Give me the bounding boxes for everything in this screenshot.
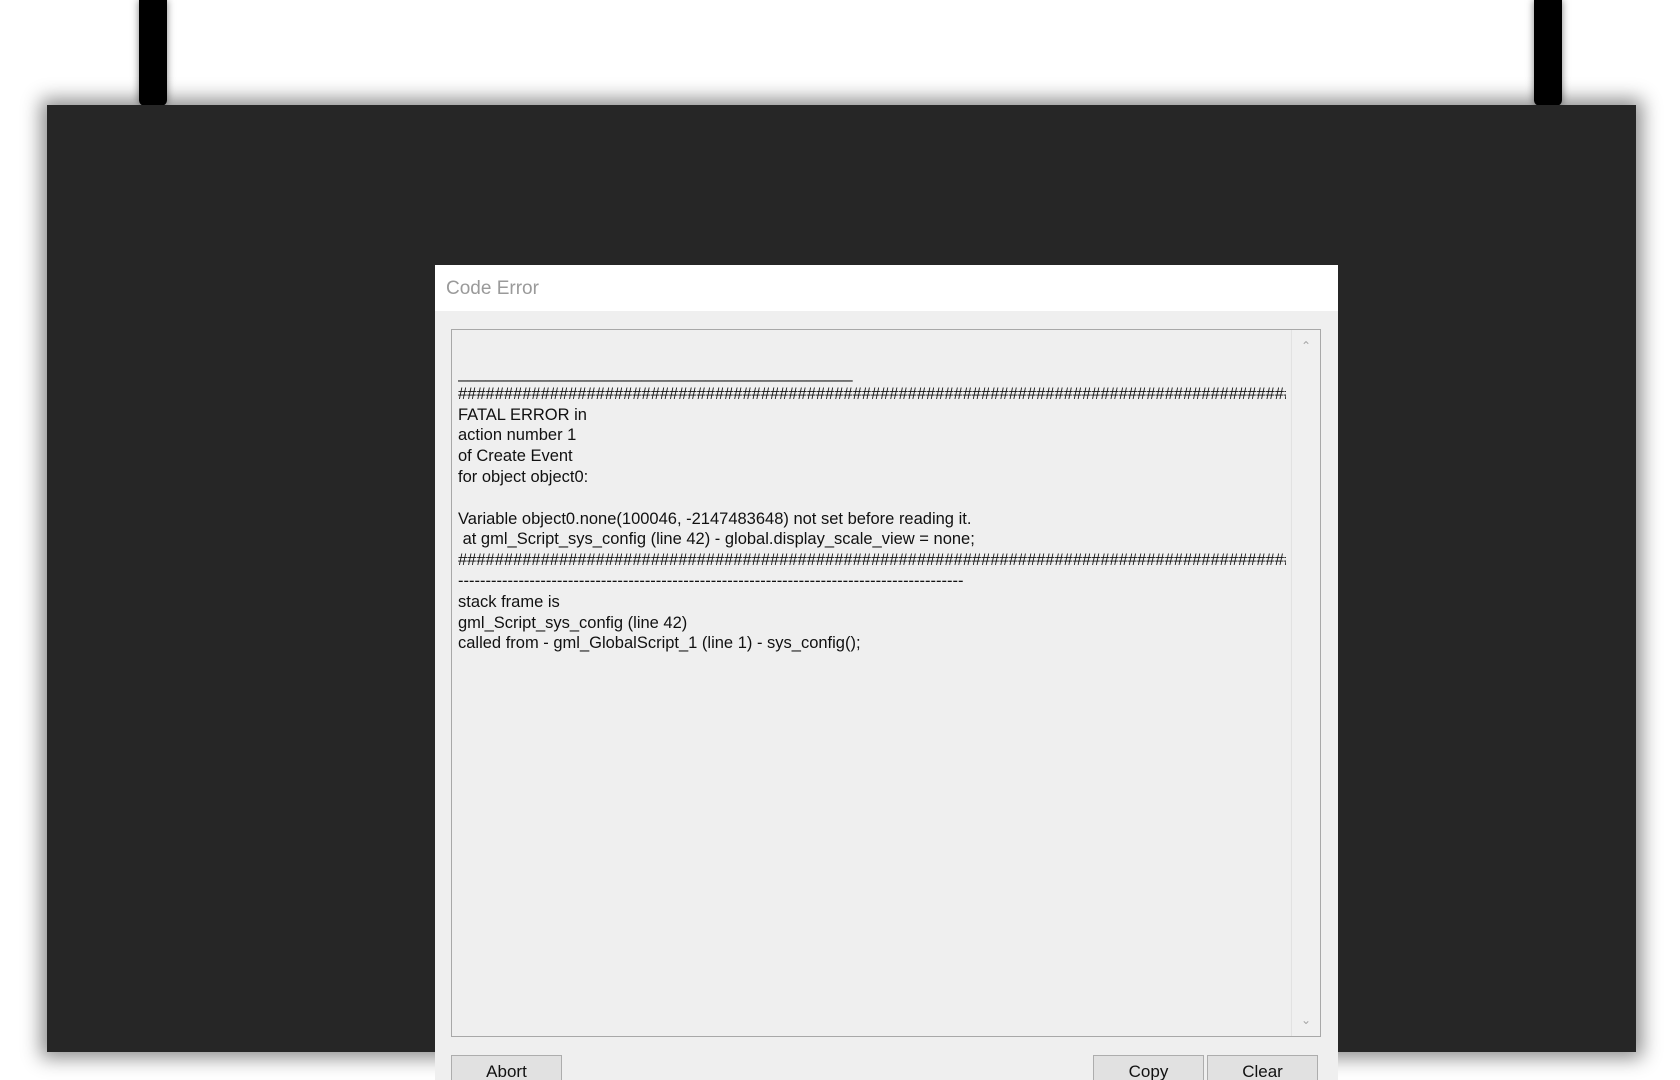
log-line-underscore: ________________________________________… [458, 364, 853, 382]
log-line-object: for object object0: [458, 467, 589, 486]
log-line-stack-frame: stack frame is [458, 592, 560, 611]
log-line-stack-script: gml_Script_sys_config (line 42) [458, 613, 688, 632]
clear-button[interactable]: Clear [1207, 1055, 1318, 1080]
log-line-fatal-error: FATAL ERROR in [458, 405, 587, 424]
chevron-up-icon[interactable]: ⌃ [1292, 334, 1320, 358]
log-line-event: of Create Event [458, 447, 573, 466]
code-error-dialog: Code Error _____________________________… [435, 265, 1338, 1080]
log-line-action-number: action number 1 [458, 426, 577, 445]
left-hanging-strap [139, 0, 167, 106]
right-hanging-strap [1534, 0, 1562, 106]
copy-button[interactable]: Copy [1093, 1055, 1204, 1080]
dialog-titlebar[interactable]: Code Error [435, 265, 1338, 311]
log-line-hash-top: ########################################… [458, 384, 1286, 403]
log-line-called-from: called from - gml_GlobalScript_1 (line 1… [458, 634, 861, 653]
log-line-location: at gml_Script_sys_config (line 42) - glo… [458, 530, 975, 549]
abort-button[interactable]: Abort [451, 1055, 562, 1080]
vertical-scrollbar[interactable]: ⌃ ⌄ [1291, 330, 1320, 1036]
log-line-hash-bottom: ########################################… [458, 551, 1286, 570]
log-line-variable-error: Variable object0.none(100046, -214748364… [458, 509, 972, 528]
game-window: Code Error _____________________________… [47, 105, 1636, 1080]
desktop-background: Code Error _____________________________… [0, 0, 1680, 1080]
dialog-title: Code Error [446, 278, 539, 299]
log-line-dashes: ----------------------------------------… [458, 571, 964, 590]
error-log-textbox[interactable]: ________________________________________… [451, 329, 1321, 1037]
chevron-down-icon[interactable]: ⌄ [1292, 1008, 1320, 1032]
error-log-text[interactable]: ________________________________________… [458, 363, 1286, 654]
